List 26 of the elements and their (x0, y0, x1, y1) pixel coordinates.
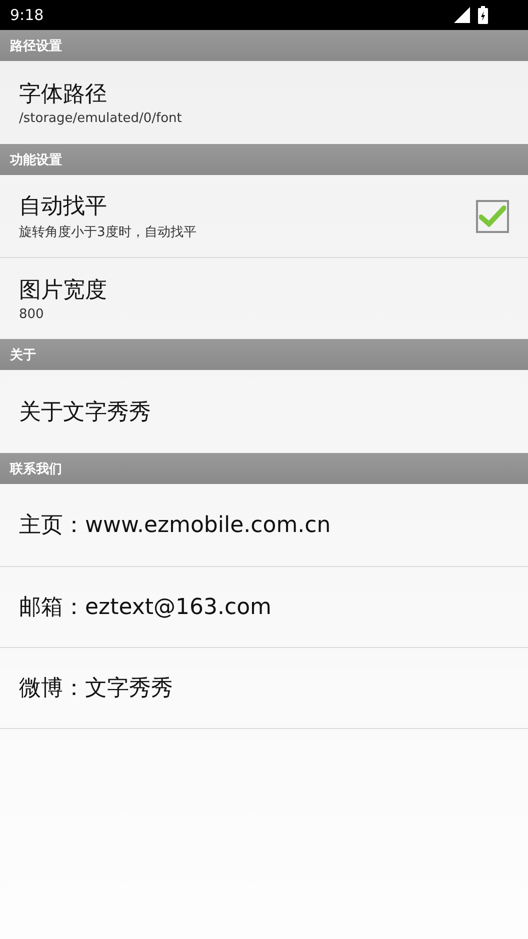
status-time: 9:18 (10, 6, 44, 24)
preference-summary: /storage/emulated/0/font (19, 111, 183, 126)
preference-item[interactable]: 主页：www.ezmobile.com.cn (0, 484, 528, 567)
preference-title: 自动找平 (19, 193, 108, 221)
battery-icon (478, 6, 488, 24)
checkmark-icon (479, 205, 506, 227)
checkbox[interactable] (476, 200, 509, 232)
preference-title: 字体路径 (19, 81, 108, 109)
preference-item[interactable]: 邮箱：eztext@163.com (0, 567, 528, 648)
preference-title: 邮箱：eztext@163.com (19, 594, 272, 622)
preference-item[interactable]: 关于文字秀秀 (0, 370, 528, 453)
section-title: 联系我们 (10, 460, 62, 478)
preference-title: 主页：www.ezmobile.com.cn (19, 512, 332, 540)
preference-item[interactable]: 图片宽度 800 (0, 258, 528, 339)
signal-icon (454, 7, 470, 23)
preference-item[interactable]: 自动找平 旋转角度小于3度时，自动找平 (0, 175, 528, 258)
section-title: 功能设置 (10, 152, 62, 168)
preference-item[interactable]: 字体路径 /storage/emulated/0/font (0, 61, 528, 144)
preference-item[interactable]: 微博：文字秀秀 (0, 648, 528, 729)
preference-title: 图片宽度 (19, 277, 108, 305)
preference-summary: 旋转角度小于3度时，自动找平 (19, 224, 198, 241)
preference-title: 微博：文字秀秀 (19, 675, 174, 703)
section-title: 关于 (10, 346, 36, 364)
preference-summary: 800 (19, 307, 45, 322)
preference-title: 关于文字秀秀 (19, 398, 152, 426)
section-title: 路径设置 (10, 38, 62, 54)
